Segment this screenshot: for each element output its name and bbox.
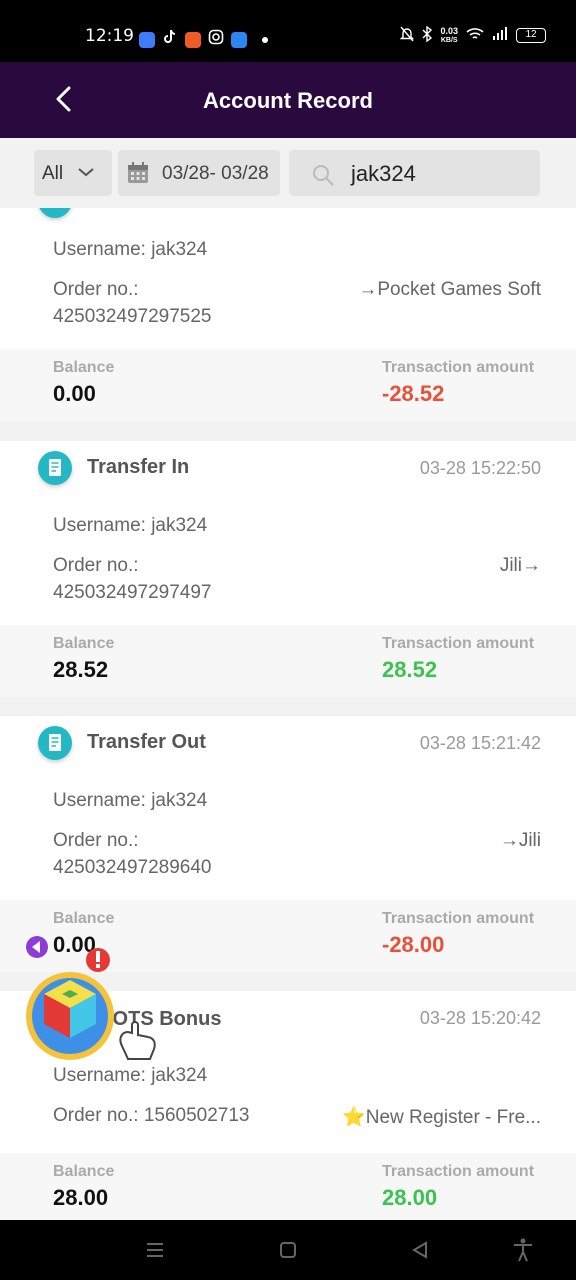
signal-icon [492,27,508,44]
type-filter-value: All [42,163,64,184]
calendar-icon [128,162,148,183]
record-username: Username: jak324 [53,515,208,536]
amount-value: 28.52 [382,657,438,682]
record-time: 03-28 15:21:42 [419,733,541,753]
system-icons: 0.03 KB/S 12 [400,25,546,45]
record-balance-row: Balance 28.00 Transaction amount 28.00 [0,1153,576,1220]
search-icon [313,165,334,186]
page-title: Account Record [203,88,373,113]
record-card[interactable]: Transfer In 03-28 15:22:50 Username: jak… [0,441,576,697]
balance-label: Balance [53,1163,115,1180]
home-icon[interactable] [279,1241,297,1259]
chevron-down-icon [78,168,94,177]
receipt-icon [49,459,61,476]
balance-value: 28.52 [53,657,109,682]
date-range-picker[interactable]: 03/28- 03/28 [118,150,280,196]
record-order-number: 425032497297497 [53,582,212,603]
battery-icon: 12 [516,28,546,43]
bluetooth-icon [422,25,433,45]
record-type: Transfer Out [87,731,206,753]
record-route: →Jili [499,830,541,851]
record-order-label: Order no.: [53,555,139,576]
amount-label: Transaction amount [382,1163,535,1180]
record-time: 03-28 15:20:42 [419,1008,541,1028]
date-range-value: 03/28- 03/28 [162,163,269,184]
system-nav-bar [0,1220,576,1280]
amount-value: -28.00 [382,932,445,957]
balance-value: 28.00 [53,1185,109,1210]
floating-game-widget[interactable] [22,930,172,1080]
filter-bar: All 03/28- 03/28 jak324 [0,138,576,208]
record-time: 03-28 15:22:50 [419,458,541,478]
network-speed: 0.03 KB/S [440,25,458,44]
top-app-bar: Account Record [0,62,576,138]
clock: 12:19 [85,26,134,46]
record-order-label: Order no.: 1560502713 [53,1105,250,1126]
record-order-label: Order no.: [53,830,139,851]
search-box[interactable]: jak324 [289,150,540,196]
record-icon [38,208,72,218]
receipt-icon [49,734,61,751]
balance-label: Balance [53,359,115,376]
record-order-label: Order no.: [53,279,139,300]
accessibility-icon[interactable] [512,1238,534,1262]
notification-icons [139,29,268,50]
amount-value: 28.00 [382,1185,438,1210]
instagram-icon [208,29,224,50]
tiktok-icon [162,29,178,50]
status-bar: 12:19 0.03 KB/S 12 [0,0,576,62]
record-icon [38,451,72,485]
menu-icon[interactable] [145,1240,165,1260]
app-notification-icon [139,31,155,48]
record-username: Username: jak324 [53,239,208,260]
balance-label: Balance [53,910,115,927]
amount-label: Transaction amount [382,635,535,652]
record-balance-row: Balance 0.00 Transaction amount -28.52 [0,349,576,421]
search-input[interactable]: jak324 [351,161,416,187]
record-balance-row: Balance 28.52 Transaction amount 28.52 [0,625,576,697]
app-icon [231,31,247,48]
balance-label: Balance [53,635,115,652]
game-box-icon [25,935,156,1060]
balance-value: 0.00 [53,381,96,406]
record-icon [38,726,72,760]
record-order-number: 425032497289640 [53,857,212,878]
back-nav-icon[interactable] [410,1240,430,1260]
type-filter-dropdown[interactable]: All [34,150,112,196]
more-notifications-dot [262,36,268,43]
amount-label: Transaction amount [382,910,535,927]
record-type: Transfer In [87,456,190,478]
shop-icon [185,31,201,48]
record-order-number: 425032497297525 [53,306,212,327]
wifi-icon [466,27,484,44]
amount-value: -28.52 [382,381,445,406]
mute-icon [400,26,415,45]
amount-label: Transaction amount [382,359,535,376]
record-username: Username: jak324 [53,790,208,811]
record-route: →Pocket Games Soft [358,279,541,300]
record-route: Jili→ [499,555,541,576]
record-route: ⭐New Register - Fre... [342,1107,541,1128]
record-card[interactable]: Username: jak324 Order no.: 425032497297… [0,208,576,421]
